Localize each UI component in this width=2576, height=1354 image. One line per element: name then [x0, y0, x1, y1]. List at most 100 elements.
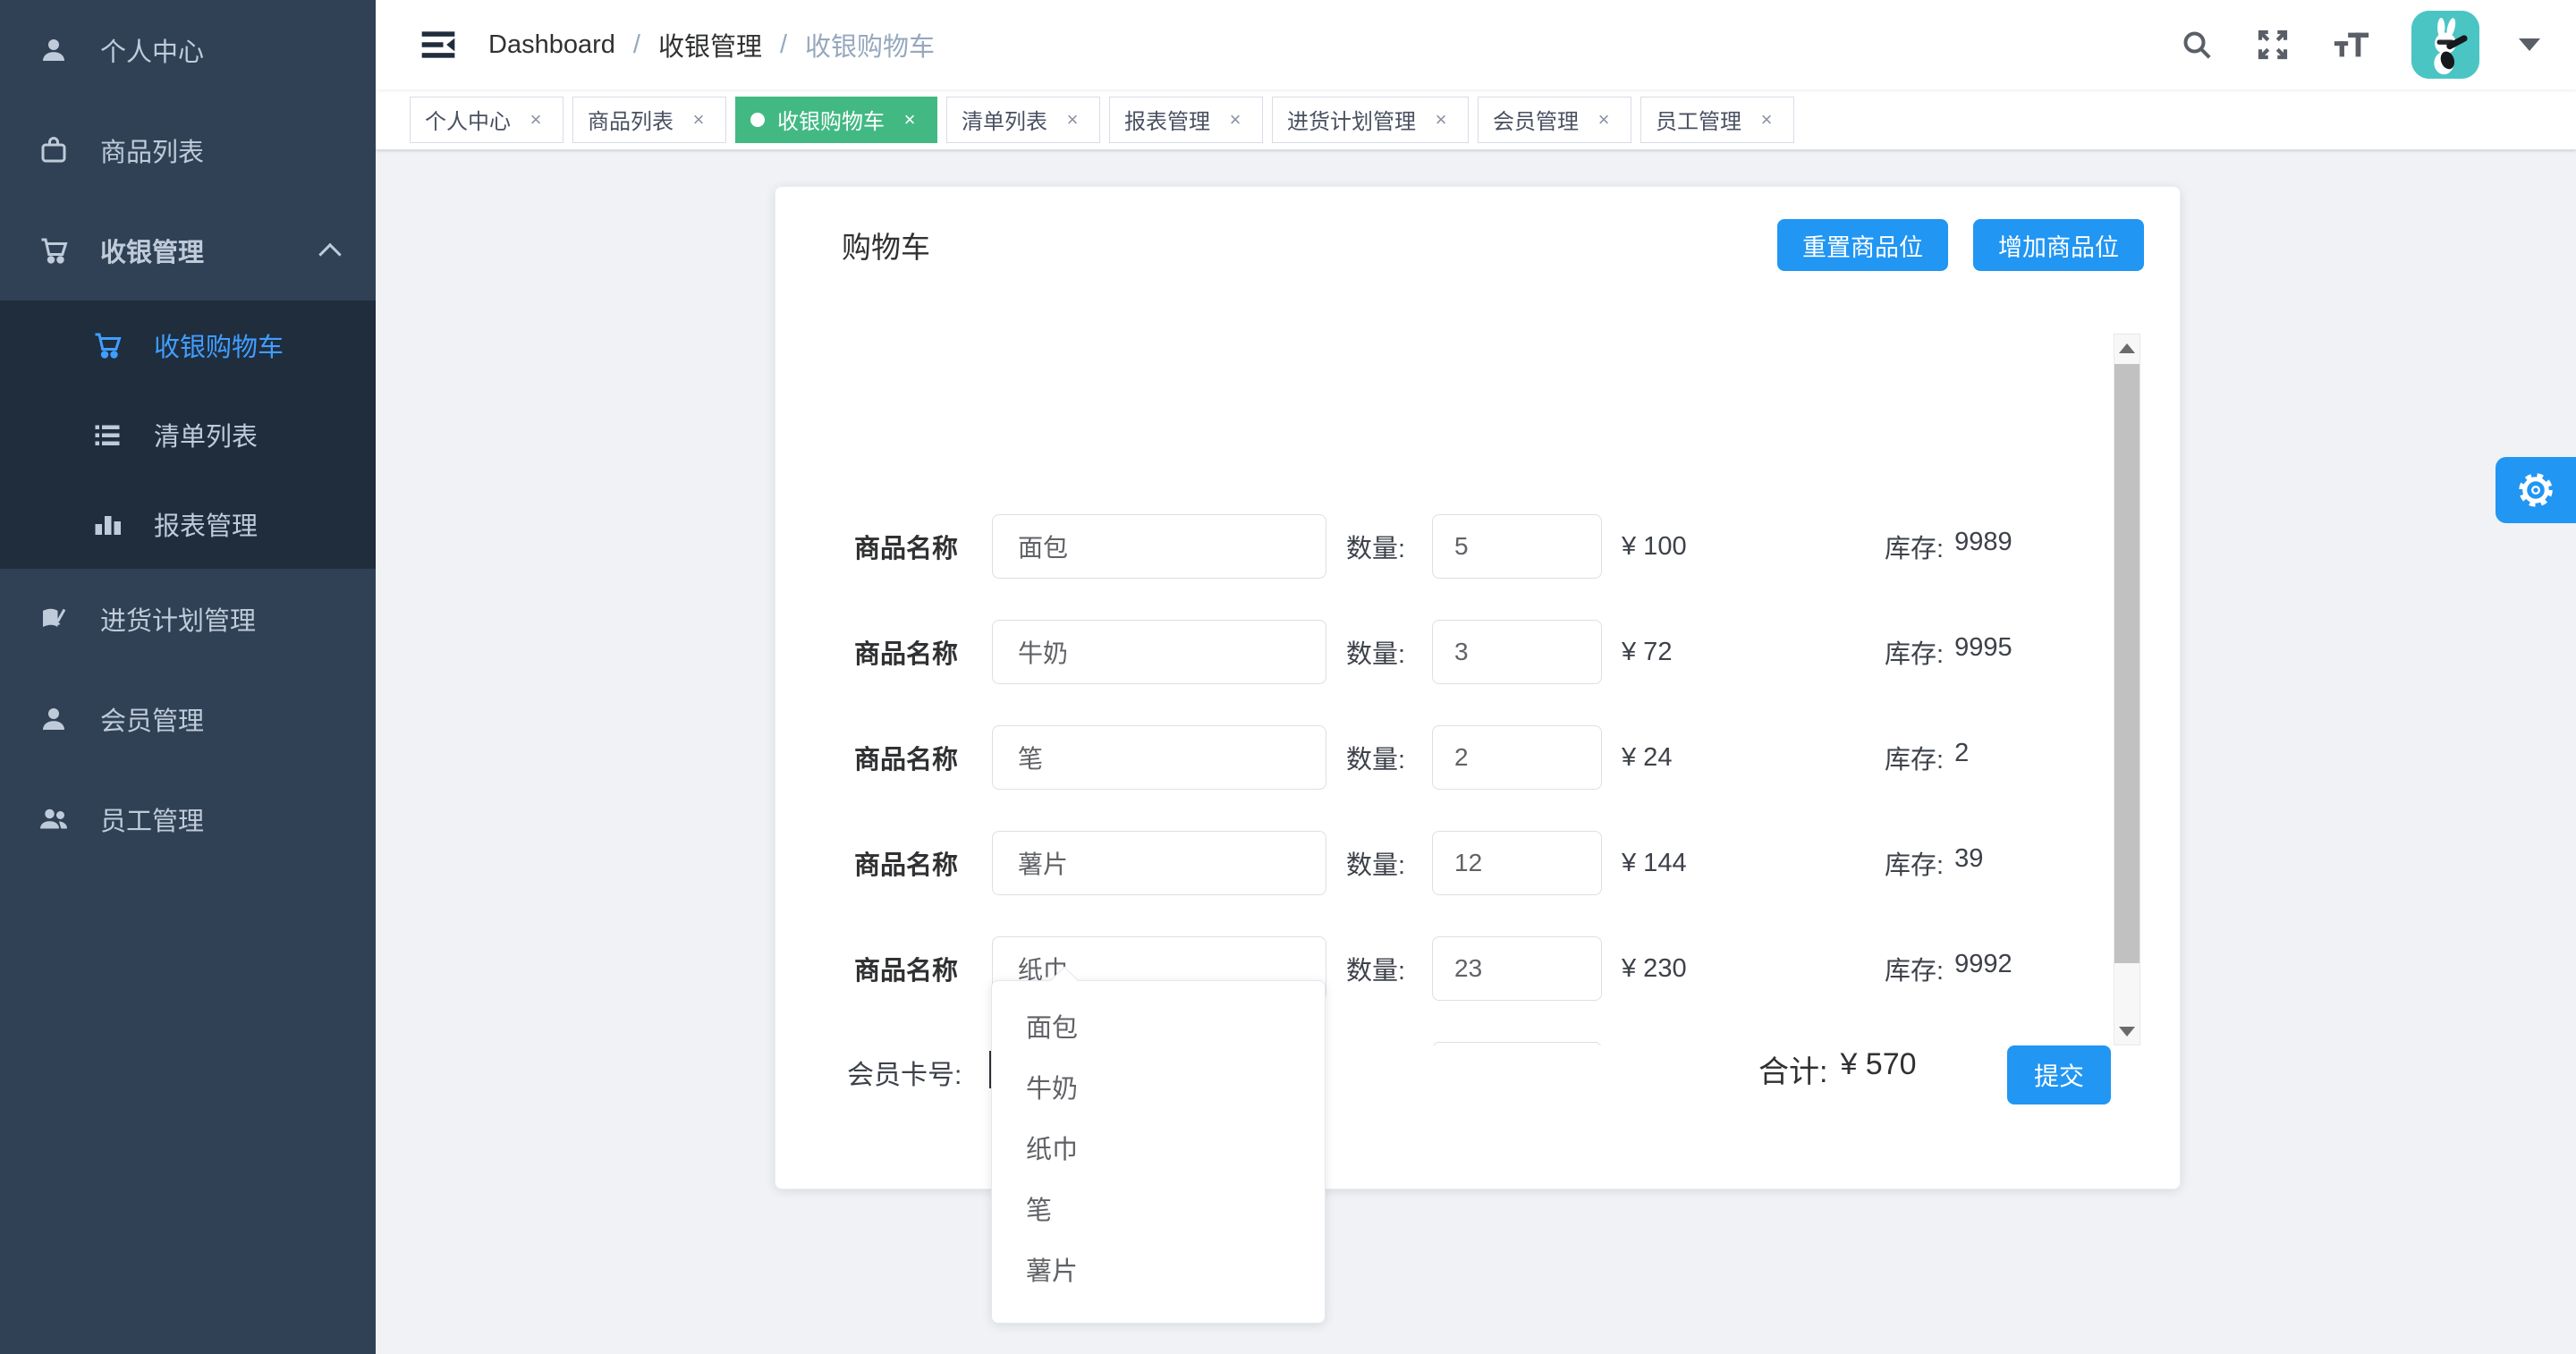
- tab-label: 收银购物车: [777, 104, 885, 135]
- scroll-up-button[interactable]: [2114, 334, 2140, 361]
- stock-label: 库存:: [1885, 950, 1944, 987]
- close-icon[interactable]: ×: [1223, 107, 1248, 132]
- tab-purchase-plan[interactable]: 进货计划管理 ×: [1272, 97, 1469, 143]
- dropdown-option-chips[interactable]: 薯片: [992, 1239, 1325, 1299]
- sidebar-item-order-list[interactable]: 清单列表: [0, 390, 376, 479]
- row-price: ¥ 230: [1622, 954, 1885, 984]
- avatar[interactable]: [2411, 11, 2479, 79]
- dropdown-option-pen[interactable]: 笔: [992, 1178, 1325, 1239]
- gear-icon: [2515, 470, 2556, 511]
- tab-order-list[interactable]: 清单列表 ×: [946, 97, 1100, 143]
- hamburger-toggle-icon[interactable]: [419, 25, 458, 64]
- stock-value: 39: [1954, 844, 1983, 882]
- page-title: 购物车: [842, 224, 930, 267]
- sidebar-item-label: 个人中心: [100, 31, 204, 69]
- sidebar-item-label: 清单列表: [154, 416, 258, 453]
- stock-label: 库存:: [1885, 739, 1944, 776]
- product-name-input[interactable]: [992, 620, 1326, 684]
- bar-chart-icon: [89, 506, 125, 542]
- tab-label: 个人中心: [425, 104, 511, 135]
- sidebar-item-member-management[interactable]: 会员管理: [0, 669, 376, 769]
- product-name-input[interactable]: [992, 725, 1326, 790]
- close-icon[interactable]: ×: [1060, 107, 1085, 132]
- quantity-input[interactable]: [1432, 936, 1602, 1001]
- total: 合计: ¥ 570: [1758, 1047, 1917, 1091]
- bag-icon: [36, 132, 72, 168]
- text-size-icon[interactable]: [2331, 24, 2372, 65]
- active-dot: [750, 113, 765, 127]
- quantity-input[interactable]: [1432, 620, 1602, 684]
- dropdown-option-milk[interactable]: 牛奶: [992, 1056, 1325, 1117]
- close-icon[interactable]: ×: [897, 107, 922, 132]
- quantity-label: 数量:: [1346, 633, 1432, 671]
- sidebar-item-cashier-cart[interactable]: 收银购物车: [0, 300, 376, 390]
- breadcrumb-current-page: 收银购物车: [805, 26, 935, 63]
- sidebar-item-staff-management[interactable]: 员工管理: [0, 769, 376, 869]
- sidebar-item-cashier-management[interactable]: 收银管理: [0, 200, 376, 300]
- tab-report-management[interactable]: 报表管理 ×: [1109, 97, 1263, 143]
- breadcrumb-dashboard[interactable]: Dashboard: [488, 30, 615, 60]
- close-icon[interactable]: ×: [1591, 107, 1616, 132]
- sidebar-item-label: 会员管理: [100, 700, 204, 738]
- dropdown-option-bread[interactable]: 面包: [992, 995, 1325, 1056]
- tab-personal-center[interactable]: 个人中心 ×: [410, 97, 564, 143]
- sidebar-item-product-list[interactable]: 商品列表: [0, 100, 376, 200]
- row-price: ¥ 24: [1622, 743, 1885, 773]
- member-card-label: 会员卡号:: [847, 1053, 962, 1092]
- close-icon[interactable]: ×: [686, 107, 711, 132]
- quantity-input[interactable]: [1432, 831, 1602, 895]
- sidebar-item-purchase-plan[interactable]: 进货计划管理: [0, 569, 376, 669]
- dropdown-option-tissue[interactable]: 纸巾: [992, 1117, 1325, 1178]
- cart-row: 商品名称 数量: ¥ 72 库存:9995: [833, 620, 2012, 684]
- row-price: ¥ 144: [1622, 849, 1885, 878]
- quantity-input[interactable]: [1432, 1042, 1602, 1045]
- sidebar-item-personal-center[interactable]: 个人中心: [0, 0, 376, 100]
- cart-rows-scroll-area: 商品名称 数量: ¥ 100 库存:9989 商品名称 数量: ¥ 72 库存:…: [775, 334, 2144, 1045]
- quantity-label: 数量:: [1346, 739, 1432, 776]
- submit-button[interactable]: 提交: [2007, 1045, 2111, 1104]
- scrollbar-thumb[interactable]: [2114, 364, 2140, 963]
- product-name-input[interactable]: [992, 831, 1326, 895]
- page-content: 购物车 重置商品位 增加商品位 商品名称 数量: ¥ 100 库存:9989 商…: [376, 150, 2576, 1354]
- cart-icon: [89, 327, 125, 363]
- search-icon[interactable]: [2179, 27, 2215, 63]
- sidebar: 个人中心 商品列表 收银管理 收银购物车 清单列表: [0, 0, 376, 1354]
- sidebar-item-report-management[interactable]: 报表管理: [0, 479, 376, 569]
- close-icon[interactable]: ×: [1754, 107, 1779, 132]
- tab-member-management[interactable]: 会员管理 ×: [1478, 97, 1631, 143]
- triangle-up-icon: [2119, 343, 2135, 353]
- triangle-down-icon: [2119, 1027, 2135, 1037]
- reset-slots-button[interactable]: 重置商品位: [1777, 219, 1948, 271]
- close-icon[interactable]: ×: [1428, 107, 1453, 132]
- caret-down-icon[interactable]: [2519, 38, 2540, 51]
- product-name-input[interactable]: [992, 514, 1326, 579]
- cart-icon: [36, 233, 72, 268]
- cart-row: 商品名称 数量: ¥ 24 库存:2: [833, 725, 1969, 790]
- close-icon[interactable]: ×: [523, 107, 548, 132]
- tab-staff-management[interactable]: 员工管理 ×: [1640, 97, 1794, 143]
- quantity-input[interactable]: [1432, 725, 1602, 790]
- total-label: 合计:: [1758, 1047, 1827, 1091]
- navbar: Dashboard / 收银管理 / 收银购物车: [376, 0, 2576, 89]
- sidebar-item-label: 报表管理: [154, 505, 258, 543]
- shopping-cart-card: 购物车 重置商品位 增加商品位 商品名称 数量: ¥ 100 库存:9989 商…: [775, 186, 2181, 1189]
- fullscreen-icon[interactable]: [2254, 26, 2292, 63]
- tab-cashier-cart-active[interactable]: 收银购物车 ×: [735, 97, 937, 143]
- stock-value: 2: [1954, 739, 1969, 776]
- breadcrumb-cashier-management[interactable]: 收银管理: [658, 26, 762, 63]
- list-icon: [89, 417, 125, 453]
- product-name-label: 商品名称: [833, 844, 958, 882]
- stock-value: 9995: [1954, 633, 2012, 671]
- settings-panel-button[interactable]: [2496, 457, 2576, 523]
- breadcrumb-separator: /: [633, 30, 640, 60]
- tab-product-list[interactable]: 商品列表 ×: [572, 97, 726, 143]
- tab-label: 报表管理: [1124, 104, 1210, 135]
- sidebar-item-label: 收银管理: [100, 232, 204, 269]
- add-slot-button[interactable]: 增加商品位: [1973, 219, 2144, 271]
- rabbit-avatar-image: [2411, 11, 2479, 79]
- total-value: ¥ 570: [1840, 1047, 1916, 1091]
- scroll-down-button[interactable]: [2114, 1018, 2140, 1045]
- main-area: Dashboard / 收银管理 / 收银购物车: [376, 0, 2576, 1354]
- stock-label: 库存:: [1885, 633, 1944, 671]
- quantity-input[interactable]: [1432, 514, 1602, 579]
